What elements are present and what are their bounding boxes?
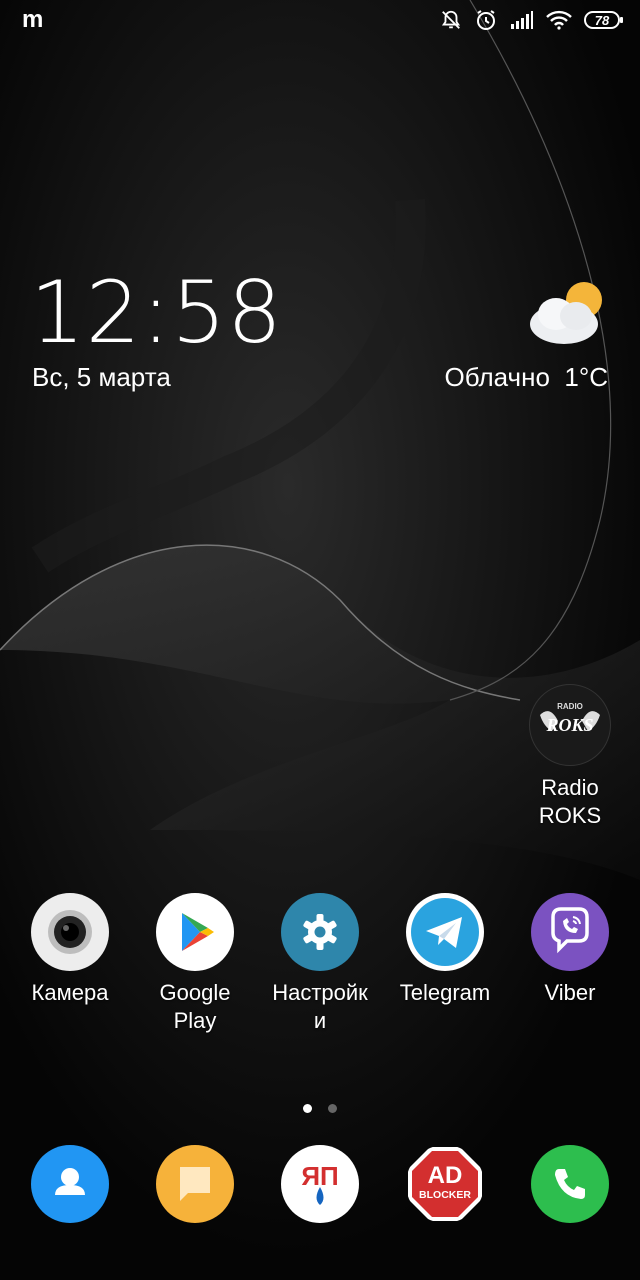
alarm-icon [474,8,498,32]
clock-date[interactable]: Вс, 5 марта [32,362,171,393]
status-bar: m 78 [0,0,640,44]
page-dot-1[interactable] [303,1104,312,1113]
app-telegram[interactable]: Telegram [380,893,510,1007]
weather-condition: Облачно [444,362,550,392]
adblocker-ad-text: AD [428,1162,463,1189]
dock-messages[interactable] [130,1145,260,1223]
camera-icon [31,893,109,971]
wifi-icon [546,10,572,30]
settings-gear-icon [281,893,359,971]
svg-text:RADIO: RADIO [557,702,583,711]
telegram-icon [406,893,484,971]
partly-cloudy-icon[interactable] [528,280,608,351]
yap-logo-text: ЯП [301,1161,338,1191]
app-label: Telegram [399,980,491,1005]
app-camera[interactable]: Камера [5,893,135,1007]
dock-yap[interactable]: ЯП [255,1145,385,1223]
clock-time[interactable]: 12:58 [30,270,283,356]
signal-icon [510,10,534,30]
contacts-icon [31,1145,109,1223]
phone-icon [531,1145,609,1223]
radio-roks-icon: RADIO ROKS [529,684,611,766]
app-label: Настройк и [272,980,368,1033]
wallpaper [0,0,640,1280]
app-settings[interactable]: Настройк и [255,893,385,1035]
page-indicator[interactable] [0,1104,640,1113]
dock-adblocker[interactable]: AD BLOCKER [380,1145,510,1223]
app-label: Radio ROKS [538,775,602,828]
app-label: Google Play [159,980,231,1033]
battery-level: 78 [594,12,610,28]
page-dot-2[interactable] [328,1104,337,1113]
app-label: Камера [31,980,109,1005]
viber-icon [531,893,609,971]
adblocker-blocker-text: BLOCKER [419,1189,471,1201]
dock-phone[interactable] [505,1145,635,1223]
messages-icon [156,1145,234,1223]
app-label: Viber [544,980,596,1005]
adblocker-icon: AD BLOCKER [406,1145,484,1223]
svg-text:ROKS: ROKS [545,715,593,735]
app-google-play[interactable]: Google Play [130,893,260,1035]
app-viber[interactable]: Viber [505,893,635,1007]
notifications-off-icon [440,8,462,32]
weather-temperature: 1°C [564,362,608,392]
weather-summary[interactable]: Облачно 1°C [445,362,608,393]
app-radio-roks[interactable]: RADIO ROKS Radio ROKS [505,684,635,830]
google-play-icon [156,893,234,971]
yap-icon: ЯП [281,1145,359,1223]
carrier-mark: m [22,6,44,33]
dock-contacts[interactable] [5,1145,135,1223]
battery-icon: 78 [584,11,623,29]
